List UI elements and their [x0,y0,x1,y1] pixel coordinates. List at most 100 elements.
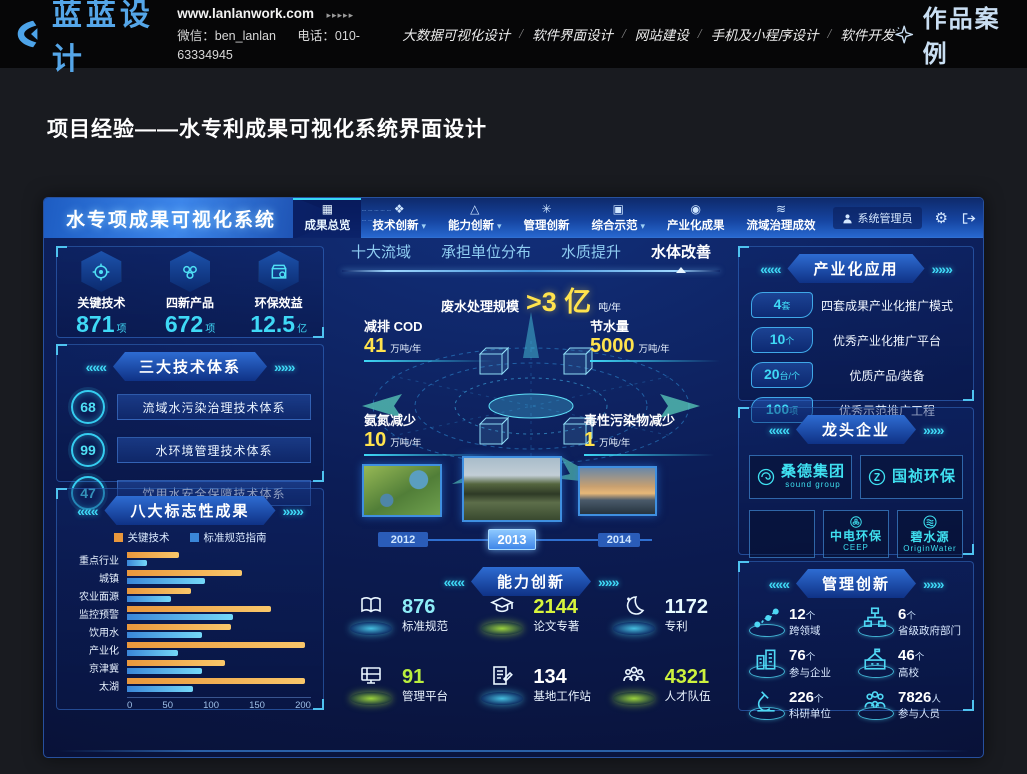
tech-system-count: 99 [71,433,105,467]
tech-system-label[interactable]: 水环境管理技术体系 [117,437,311,463]
chart-category-row: 城镇 [65,568,311,586]
metric-cod-reduction: 减排 COD 41万吨/年 [364,316,494,362]
chart-category-row: 太湖 [65,676,311,694]
top-nav-item-website[interactable]: 网站建设 [635,24,689,44]
achievement-chart-rows: 重点行业城镇农业面源监控预警饮用水产业化京津冀太湖 [65,550,311,694]
enterprise-logo-sound-group[interactable]: 桑德集团sound group [749,455,852,499]
chart-category-label: 农业面源 [65,588,119,603]
enterprise-logo-empty[interactable] [749,510,815,558]
settings-gear-icon[interactable]: ⚙ [935,209,948,227]
legend-swatch [190,533,199,542]
dash-nav-industrial-results[interactable]: ◉ 产业化成果 [656,198,736,238]
capability-stat-patents: 1172专利 [599,594,730,636]
industry-icon: ◉ [691,203,701,216]
management-icon: ✳ [541,203,551,216]
chart-legend: 关键技术 标准规范指南 [57,530,323,545]
chart-category-row: 农业面源 [65,586,311,604]
tab-water-improvement[interactable]: 水体改善 [651,241,711,266]
dashboard-nav: ▦ 成果总览 ❖ 技术创新▾ △ 能力创新▾ ✳ 管理创新 ▣ 综合示范▾ [293,198,983,238]
management-stat-government: 6个省级政府部门 [858,606,967,638]
top-nav-item-dev[interactable]: 软件开发 [840,24,894,44]
swirl-icon [756,467,776,487]
lanlan-logo-icon [14,13,46,55]
dash-nav-overview[interactable]: ▦ 成果总览 [293,198,361,238]
top-nav-item-software-ui[interactable]: 软件界面设计 [532,24,613,44]
enterprise-logo-ceep[interactable]: 中电环保 CEEP [823,510,889,558]
dash-nav-capability-innovation[interactable]: △ 能力创新▾ [437,198,513,238]
top-nav-item-bigdata[interactable]: 大数据可视化设计 [402,24,510,44]
logo[interactable]: 蓝蓝设计 [14,0,155,78]
tabs-underline [342,270,720,272]
chart-category-label: 城镇 [65,570,119,585]
top-nav-item-mobile[interactable]: 手机及小程序设计 [711,24,819,44]
user-badge[interactable]: 系统管理员 [833,207,922,229]
chevron-down-icon: ▾ [421,221,426,231]
capability-stat-standards: 876标准规范 [336,594,467,636]
chart-category-row: 监控预警 [65,604,311,622]
contact-info: www.lanlanwork.com ▸▸▸▸▸ 微信：ben_lanlan 电… [177,2,360,66]
wechat-info: 微信：ben_lanlan [177,29,276,43]
arrows-decoration: ▸▸▸▸▸ [327,10,355,20]
tech-system-row: 99 水环境管理技术体系 [71,433,311,467]
chart-category-row: 产业化 [65,640,311,658]
dash-nav-basin-governance[interactable]: ≋ 流域治理成效 [736,198,827,238]
industrial-row: 20台/个 优质产品/装备 [751,362,961,388]
chart-bar [127,552,179,558]
document-icon [479,664,525,706]
axis-tick-label: 50 [162,700,173,711]
achievements-title: 八大标志性成果 [104,496,275,525]
left-arrows-decoration: ««« [444,574,464,590]
enterprises-title: 龙头企业 [796,415,916,444]
metric-water-saving: 节水量 5000万吨/年 [590,316,720,362]
center-tabs: 十大流域 承担单位分布 水质提升 水体改善 [332,242,730,266]
chart-category-label: 监控预警 [65,606,119,621]
timeline-year-2013[interactable]: 2013 [488,529,536,550]
site-header: 蓝蓝设计 www.lanlanwork.com ▸▸▸▸▸ 微信：ben_lan… [0,0,1027,68]
chart-category-label: 产业化 [65,642,119,657]
management-grid: 12个跨领域 6个省级政府部门 [749,606,967,721]
timeline-year-2012[interactable]: 2012 [378,532,428,547]
photo-2012-wetland[interactable] [362,464,442,517]
dash-nav-demo[interactable]: ▣ 综合示范▾ [581,198,657,238]
top-nav: 大数据可视化设计/ 软件界面设计/ 网站建设/ 手机及小程序设计/ 软件开发 [402,24,894,44]
enterprise-logo-guozhen[interactable]: 国祯环保 [860,455,963,499]
monitor-icon [348,664,394,706]
tech-systems-panel: ««« 三大技术体系 »»» 68 流域水污染治理技术体系 99 水环境管理技术… [56,344,324,482]
microscope-icon [749,689,783,721]
chart-bar [127,642,305,648]
dash-nav-management-innovation[interactable]: ✳ 管理创新 [513,198,581,238]
portfolio-label: 作品案例 [923,0,1001,69]
right-arrows-decoration: »»» [274,359,294,375]
dash-nav-tech-innovation[interactable]: ❖ 技术创新▾ [361,198,437,238]
logout-icon[interactable] [962,212,976,225]
chart-bar [127,678,305,684]
chart-bar [127,596,171,602]
capability-icon: △ [470,203,479,216]
portfolio-button[interactable]: 作品案例 [894,0,1001,69]
page: 蓝蓝设计 www.lanlanwork.com ▸▸▸▸▸ 微信：ben_lan… [0,0,1027,774]
tab-water-quality[interactable]: 水质提升 [561,241,621,266]
people-icon [858,689,892,721]
chart-category-label: 饮用水 [65,624,119,639]
dashboard-title: 水专项成果可视化系统 [44,205,276,232]
enterprise-logo-originwater[interactable]: 碧水源 OriginWater [897,510,963,558]
waves-circle-icon [922,514,938,530]
chart-bar [127,588,191,594]
capability-stat-workstations: 134基地工作站 [467,664,598,706]
tech-system-label[interactable]: 流域水污染治理技术体系 [117,394,311,420]
chart-bar [127,686,193,692]
management-stat-universities: 46个高校 [858,647,967,679]
chart-bar [127,578,205,584]
tab-ten-basins[interactable]: 十大流域 [351,241,411,266]
photo-2014-sunset[interactable] [578,466,657,516]
nav-separator: / [828,26,832,42]
book-icon [348,594,394,636]
website-url[interactable]: www.lanlanwork.com [177,6,314,21]
photo-2013-lake[interactable] [462,456,562,522]
tab-unit-distribution[interactable]: 承担单位分布 [441,241,531,266]
chart-bar [127,570,242,576]
chart-category-label: 京津冀 [65,660,119,675]
timeline-year-2014[interactable]: 2014 [598,533,640,547]
metric-ammonia-reduction: 氨氮减少 10万吨/年 [364,410,494,456]
nav-separator: / [519,26,523,42]
